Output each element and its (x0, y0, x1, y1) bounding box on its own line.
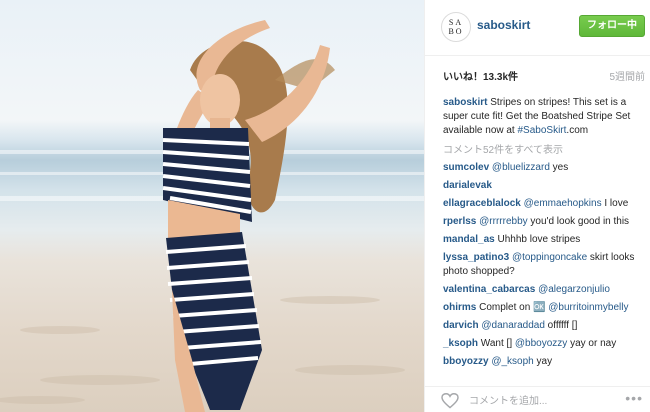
comment: darvich @danaraddad offffff [] (443, 319, 643, 333)
comment-footer: コメントを追加... ••• (425, 386, 650, 412)
comment-mention[interactable]: @alegarzonjulio (538, 284, 610, 295)
post-header: SA BO saboskirt フォロー中 (425, 0, 650, 56)
photo-illustration (0, 20, 424, 412)
comment-username[interactable]: sumcolev (443, 162, 489, 173)
post-photo[interactable] (0, 0, 424, 412)
caption: saboskirt Stripes on stripes! This set i… (443, 96, 643, 138)
comment-input[interactable]: コメントを追加... (469, 392, 547, 407)
comment: darialevak (443, 179, 643, 193)
comment-text: yes (549, 162, 569, 173)
more-options-icon[interactable]: ••• (625, 390, 643, 406)
comment-mention[interactable]: @emmaehopkins (524, 198, 602, 209)
comment: rperlss @rrrrrebby you'd look good in th… (443, 215, 643, 229)
comment-mention[interactable]: @burritoinmybelly (548, 302, 628, 313)
caption-username[interactable]: saboskirt (443, 97, 487, 108)
view-all-comments-link[interactable]: コメント52件をすべて表示 (443, 141, 643, 156)
heart-icon[interactable] (441, 393, 459, 409)
comment: valentina_cabarcas @alegarzonjulio (443, 283, 643, 297)
post-stats: いいね！13.3k件 5週間前 (443, 68, 645, 84)
comment-text: Complet on 🆗 (476, 302, 549, 313)
comment-username[interactable]: valentina_cabarcas (443, 284, 535, 295)
comment-username[interactable]: _ksoph (443, 338, 478, 349)
comment: ohirms Complet on 🆗 @burritoinmybelly (443, 301, 643, 315)
comment-mention[interactable]: @danaraddad (481, 320, 545, 331)
comment-mention[interactable]: @bboyozzy (515, 338, 567, 349)
comment: _ksoph Want [] @bboyozzy yay or nay (443, 337, 643, 351)
profile-username[interactable]: saboskirt (477, 18, 530, 32)
comment: sumcolev @bluelizzard yes (443, 161, 643, 175)
comment-text: Uhhhb love stripes (494, 234, 581, 245)
comment: mandal_as Uhhhb love stripes (443, 233, 643, 247)
comment-username[interactable]: mandal_as (443, 234, 495, 245)
comment-username[interactable]: darvich (443, 320, 479, 331)
comment-text: yay (533, 356, 553, 367)
comment-username[interactable]: lyssa_patino3 (443, 252, 509, 263)
comment: bboyozzy @_ksoph yay (443, 355, 643, 369)
caption-hashtag[interactable]: #SaboSkirt (518, 125, 567, 136)
comment-text: offffff [] (544, 320, 578, 331)
post-side-panel: SA BO saboskirt フォロー中 いいね！13.3k件 5週間前 sa… (424, 0, 650, 412)
comment-username[interactable]: bboyozzy (443, 356, 489, 367)
comment-mention[interactable]: @toppingoncake (512, 252, 587, 263)
post-age[interactable]: 5週間前 (609, 68, 645, 83)
comment-mention[interactable]: @_ksoph (491, 356, 533, 367)
comment-username[interactable]: ellagraceblalock (443, 198, 521, 209)
comment-text: Want [] (478, 338, 515, 349)
comment-feed: saboskirt Stripes on stripes! This set i… (443, 96, 643, 373)
comment-mention[interactable]: @rrrrrebby (479, 216, 528, 227)
comment-text: yay or nay (567, 338, 617, 349)
comment: lyssa_patino3 @toppingoncake skirt looks… (443, 251, 643, 279)
comment-username[interactable]: rperlss (443, 216, 476, 227)
comment-username[interactable]: darialevak (443, 180, 492, 191)
follow-button[interactable]: フォロー中 (579, 15, 645, 37)
likes-count[interactable]: いいね！13.3k件 (443, 68, 518, 83)
caption-end: .com (566, 125, 589, 136)
comment: ellagraceblalock @emmaehopkins I love (443, 197, 643, 211)
comment-username[interactable]: ohirms (443, 302, 476, 313)
comment-mention[interactable]: @bluelizzard (492, 162, 550, 173)
comment-text: you'd look good in this (527, 216, 630, 227)
comment-text: I love (601, 198, 629, 209)
avatar[interactable]: SA BO (441, 12, 471, 42)
